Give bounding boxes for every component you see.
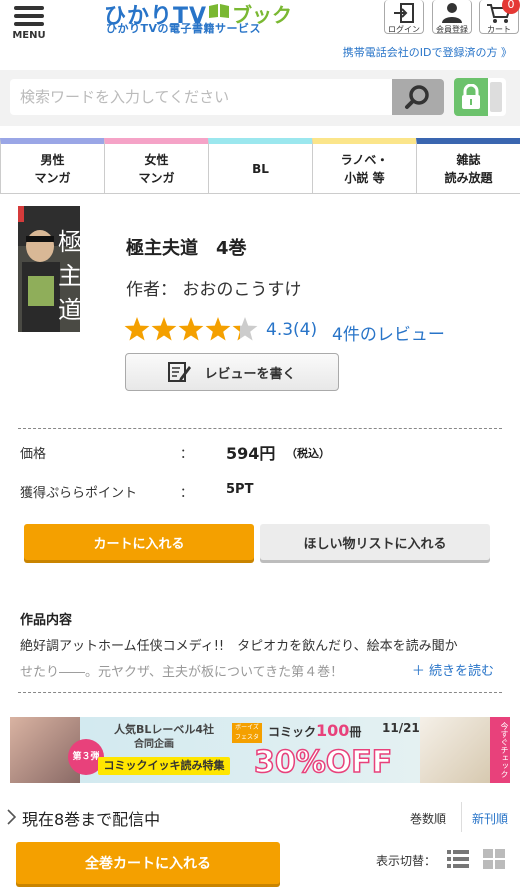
svg-text:主: 主 <box>58 262 80 290</box>
search-input[interactable] <box>10 79 392 115</box>
star-icon <box>178 317 204 341</box>
volume-status[interactable]: 現在8巻まで配信中 <box>6 806 160 830</box>
points-colon: ： <box>180 486 194 501</box>
category-tab-4[interactable]: 雑誌 読み放題 <box>416 138 520 194</box>
banner-art-right <box>420 717 490 783</box>
logo-subtitle: ひかりTVの電子書籍サービス <box>106 22 262 35</box>
search-button[interactable] <box>392 79 444 115</box>
sort-by-volume[interactable]: 巻数順 <box>410 810 446 827</box>
promo-banner[interactable]: 第３弾 人気BLレーベル4社 合同企画 コミックイッキ読み特集 ボーイズ フェス… <box>10 717 510 783</box>
page: MENU ひかりTV ブック ひかりTVの電子書籍サービス ログイン 会員登録 <box>0 0 520 887</box>
review-count-link[interactable]: 4件のレビュー <box>332 320 445 345</box>
search-bar <box>0 70 520 126</box>
banner-comic: コミック100冊 <box>268 721 362 740</box>
cart-label: カート <box>487 25 511 34</box>
category-tab-1[interactable]: 女性 マンガ <box>104 138 209 194</box>
points-label: 獲得ぷららポイント <box>20 486 138 501</box>
banner-discount: 30%OFF <box>253 744 393 781</box>
add-all-to-cart-button[interactable]: 全巻カートに入れる <box>16 842 280 884</box>
price-tax-note: （税込） <box>286 447 330 460</box>
write-review-label: レビューを書く <box>204 366 296 382</box>
edit-icon <box>168 362 192 382</box>
banner-line-3: コミックイッキ読み特集 <box>98 757 230 775</box>
star-icon <box>124 317 150 341</box>
member-register-button[interactable]: 会員登録 <box>432 0 472 34</box>
banner-feature-logo: ボーイズ フェスタ <box>232 723 262 743</box>
category-tab-3[interactable]: ラノベ・ 小説 等 <box>312 138 417 194</box>
star-icon <box>151 317 177 341</box>
logo[interactable]: ひかりTV ブック ひかりTVの電子書籍サービス <box>104 0 304 36</box>
write-review-button[interactable]: レビューを書く <box>125 353 339 391</box>
sort-by-newest[interactable]: 新刊順 <box>472 810 508 827</box>
price-label: 価格 <box>20 447 47 462</box>
login-label: ログイン <box>388 25 420 34</box>
divider <box>18 692 502 693</box>
divider <box>18 428 502 429</box>
member-label: 会員登録 <box>436 25 468 34</box>
add-to-wishlist-button[interactable]: ほしい物リストに入れる <box>260 524 490 560</box>
banner-line-2: 合同企画 <box>134 739 174 750</box>
price-value: 594円 <box>226 444 276 463</box>
search-icon <box>405 85 429 109</box>
book-author[interactable]: 作者： おおのこうすけ <box>126 275 301 300</box>
svg-text:極: 極 <box>58 228 80 256</box>
book-title: 極主夫道 4巻 <box>126 238 247 259</box>
carrier-id-login-link[interactable]: 携帯電話会社のIDで登録済の方 》 <box>343 44 512 60</box>
star-icon <box>205 317 231 341</box>
list-view-icon[interactable] <box>446 848 470 870</box>
lock-icon <box>462 84 480 109</box>
rating-stars <box>124 317 258 341</box>
user-icon <box>442 3 462 23</box>
rating-value: 4.3(4) <box>266 320 318 340</box>
banner-check-now: 今すぐチェック <box>490 717 510 783</box>
volume-status-label: 現在8巻まで配信中 <box>22 810 161 829</box>
category-tabs: 男性 マンガ 女性 マンガ BL ラノベ・ 小説 等雑誌 読み放題 <box>0 138 520 194</box>
menu-button[interactable]: MENU <box>10 2 48 41</box>
category-tab-0[interactable]: 男性 マンガ <box>0 138 105 194</box>
book-cover-image[interactable]: 極 主 道 <box>18 206 80 332</box>
view-toggle-label: 表示切替： <box>376 854 437 868</box>
description-line-1: 絶好調アットホーム任侠コメディ!! タピオカを飲んだり、絵本を読み聞か <box>20 639 458 654</box>
login-icon <box>394 3 414 23</box>
add-to-cart-button[interactable]: カートに入れる <box>24 524 254 560</box>
star-icon <box>232 317 258 341</box>
menu-label: MENU <box>12 30 46 41</box>
points-value: 5PT <box>226 482 254 497</box>
header: MENU ひかりTV ブック ひかりTVの電子書籍サービス ログイン 会員登録 <box>0 0 520 68</box>
chevron-right-icon <box>6 809 17 829</box>
price-colon: ： <box>180 447 194 462</box>
description-heading: 作品内容 <box>20 613 73 628</box>
safe-search-toggle[interactable] <box>454 78 506 116</box>
category-tab-2[interactable]: BL <box>208 138 313 194</box>
banner-date: 11/21 <box>382 721 420 735</box>
svg-text:道: 道 <box>58 296 80 324</box>
grid-view-icon[interactable] <box>482 848 506 870</box>
read-more-link[interactable]: ＋ 続きを読む <box>405 660 494 679</box>
login-button[interactable]: ログイン <box>384 0 424 34</box>
book-icon <box>209 4 229 18</box>
hamburger-icon <box>10 6 48 26</box>
sort-divider <box>461 802 462 832</box>
